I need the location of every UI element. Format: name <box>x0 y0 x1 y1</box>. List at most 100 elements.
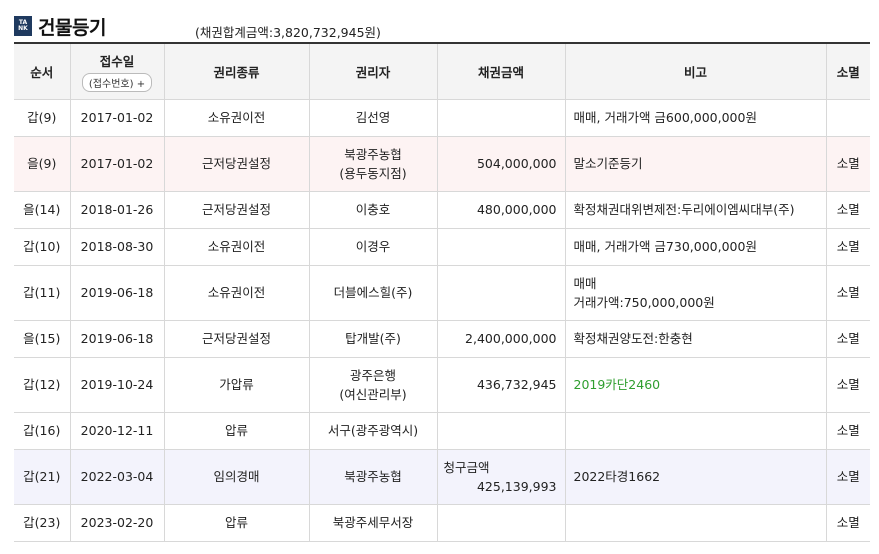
row-note: 2019카단2460 <box>565 357 827 413</box>
holder-name: 광주은행 <box>349 367 396 383</box>
table-row: 을(15) 2019-06-18 근저당권설정 탑개발(주) 2,400,000… <box>14 320 870 358</box>
holder-name: 서구(광주광역시) <box>327 423 419 438</box>
row-holder: 더블에스힐(주) <box>309 265 438 321</box>
row-type: 임의경매 <box>164 449 310 505</box>
holder-name: 이충호 <box>355 202 391 217</box>
table-row: 갑(9) 2017-01-02 소유권이전 김선영 매매, 거래가액 금600,… <box>14 99 870 137</box>
holder-branch: (용두동지점) <box>339 165 407 181</box>
col-type: 권리종류 <box>164 44 310 100</box>
row-amount: 480,000,000 <box>437 191 566 229</box>
holder-name: 김선영 <box>355 110 391 125</box>
holder-name: 북광주세무서장 <box>332 515 414 530</box>
row-extinct: 소멸 <box>826 357 870 413</box>
row-holder: 김선영 <box>309 99 438 137</box>
row-order: 갑(11) <box>14 265 71 321</box>
row-note: 매매, 거래가액 금730,000,000원 <box>565 228 827 266</box>
row-type: 소유권이전 <box>164 99 310 137</box>
row-amount: 504,000,000 <box>437 136 566 192</box>
col-extinct: 소멸 <box>826 44 870 100</box>
note-line1: 매매 <box>573 275 597 291</box>
row-holder: 북광주농협 <box>309 449 438 505</box>
row-order: 갑(12) <box>14 357 71 413</box>
claims-total: (채권합계금액:3,820,732,945원) <box>195 25 381 40</box>
row-order: 을(15) <box>14 320 71 358</box>
row-holder: 탑개발(주) <box>309 320 438 358</box>
row-date: 2017-01-02 <box>70 99 165 137</box>
row-order: 갑(21) <box>14 449 71 505</box>
row-date: 2018-08-30 <box>70 228 165 266</box>
row-extinct: 소멸 <box>826 136 870 192</box>
row-order: 을(9) <box>14 136 71 192</box>
case-number-link[interactable]: 2019카단2460 <box>574 377 661 392</box>
row-amount: 436,732,945 <box>437 357 566 413</box>
row-order: 갑(10) <box>14 228 71 266</box>
table-row: 갑(11) 2019-06-18 소유권이전 더블에스힐(주) 매매 거래가액:… <box>14 265 870 321</box>
table-row: 갑(12) 2019-10-24 가압류 광주은행 (여신관리부) 436,73… <box>14 357 870 413</box>
row-note: 확정채권양도전:한충현 <box>565 320 827 358</box>
row-note: 매매 거래가액:750,000,000원 <box>565 265 827 321</box>
row-holder: 서구(광주광역시) <box>309 412 438 450</box>
row-type: 근저당권설정 <box>164 136 310 192</box>
row-extinct: 소멸 <box>826 412 870 450</box>
row-type: 소유권이전 <box>164 265 310 321</box>
holder-name: 탑개발(주) <box>345 331 401 346</box>
holder-name: 이경우 <box>355 239 391 254</box>
row-date: 2023-02-20 <box>70 504 165 542</box>
row-extinct: 소멸 <box>826 228 870 266</box>
row-type: 근저당권설정 <box>164 320 310 358</box>
row-date: 2019-06-18 <box>70 320 165 358</box>
col-date[interactable]: 접수일 (접수번호) + <box>70 44 165 100</box>
col-order: 순서 <box>14 44 71 100</box>
row-order: 갑(16) <box>14 412 71 450</box>
holder-branch: (여신관리부) <box>339 386 407 402</box>
col-amount: 채권금액 <box>437 44 566 100</box>
col-holder: 권리자 <box>309 44 438 100</box>
row-note <box>565 504 827 542</box>
row-holder: 광주은행 (여신관리부) <box>309 357 438 413</box>
row-type: 압류 <box>164 504 310 542</box>
page-title: 건물등기 <box>38 16 106 39</box>
row-date: 2019-10-24 <box>70 357 165 413</box>
table-row: 갑(16) 2020-12-11 압류 서구(광주광역시) 소멸 <box>14 412 870 450</box>
row-note: 말소기준등기 <box>565 136 827 192</box>
row-note <box>565 412 827 450</box>
col-note: 비고 <box>565 44 827 100</box>
table-row: 을(9) 2017-01-02 근저당권설정 북광주농협 (용두동지점) 504… <box>14 136 870 192</box>
holder-name: 북광주농협 <box>344 469 402 484</box>
claim-amount-label: 청구금액 <box>443 459 490 475</box>
row-extinct: 소멸 <box>826 320 870 358</box>
table-row: 갑(23) 2023-02-20 압류 북광주세무서장 소멸 <box>14 504 870 542</box>
row-extinct: 소멸 <box>826 449 870 505</box>
note-line2: 거래가액:750,000,000원 <box>573 294 715 310</box>
row-date: 2022-03-04 <box>70 449 165 505</box>
col-date-label: 접수일 <box>99 53 135 69</box>
row-extinct: 소멸 <box>826 191 870 229</box>
row-amount: 2,400,000,000 <box>437 320 566 358</box>
row-date: 2020-12-11 <box>70 412 165 450</box>
row-amount <box>437 504 566 542</box>
row-type: 가압류 <box>164 357 310 413</box>
row-amount <box>437 412 566 450</box>
row-amount <box>437 265 566 321</box>
row-holder: 북광주세무서장 <box>309 504 438 542</box>
row-date: 2018-01-26 <box>70 191 165 229</box>
logo-line2: NK <box>18 25 28 32</box>
tank-logo-icon: TA NK <box>14 16 32 36</box>
row-type: 소유권이전 <box>164 228 310 266</box>
receipt-number-toggle-button[interactable]: (접수번호) + <box>81 72 153 92</box>
row-extinct: 소멸 <box>826 265 870 321</box>
row-amount <box>437 99 566 137</box>
row-type: 압류 <box>164 412 310 450</box>
holder-name: 더블에스힐(주) <box>333 285 413 300</box>
row-extinct <box>826 99 870 137</box>
row-order: 갑(9) <box>14 99 71 137</box>
row-type: 근저당권설정 <box>164 191 310 229</box>
row-date: 2019-06-18 <box>70 265 165 321</box>
claim-amount-value: 425,139,993 <box>476 478 557 494</box>
page-header: TA NK 건물등기 (채권합계금액:3,820,732,945원) <box>14 12 869 40</box>
table-row: 을(14) 2018-01-26 근저당권설정 이충호 480,000,000 … <box>14 191 870 229</box>
row-note: 매매, 거래가액 금600,000,000원 <box>565 99 827 137</box>
row-holder: 북광주농협 (용두동지점) <box>309 136 438 192</box>
row-note: 확정채권대위변제전:두리에이엠씨대부(주) <box>565 191 827 229</box>
row-date: 2017-01-02 <box>70 136 165 192</box>
